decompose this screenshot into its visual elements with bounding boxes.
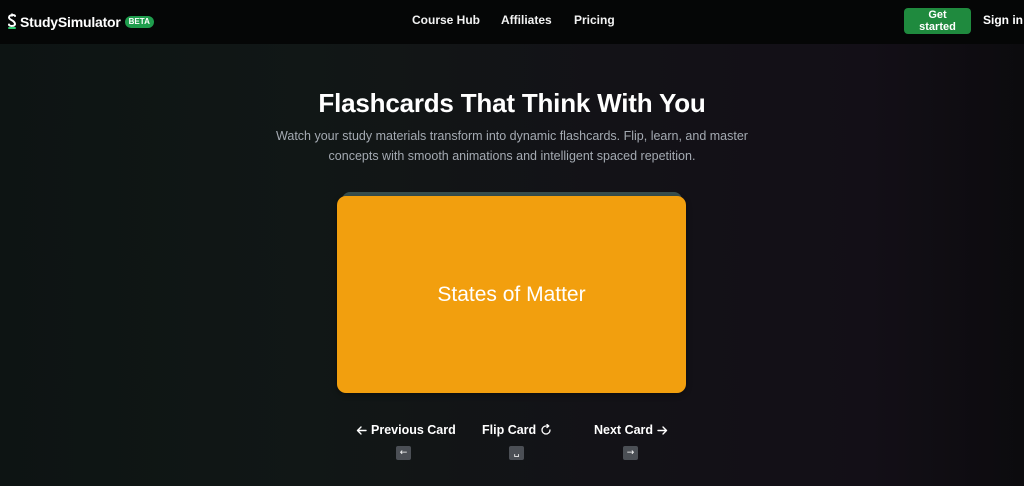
flip-card-button[interactable]: Flip Card bbox=[482, 423, 552, 437]
logo-icon bbox=[7, 13, 17, 29]
keyboard-hint-left-arrow: ← bbox=[396, 446, 411, 460]
rotate-icon bbox=[541, 424, 551, 435]
flip-card-label: Flip Card bbox=[482, 423, 537, 437]
sign-in-link[interactable]: Sign in bbox=[983, 13, 1023, 27]
brand-name: StudySimulator bbox=[20, 14, 121, 30]
arrow-left-icon bbox=[356, 425, 367, 435]
arrow-right-icon bbox=[657, 425, 668, 435]
hero-subtitle: Watch your study materials transform int… bbox=[276, 129, 748, 163]
next-card-button[interactable]: Next Card bbox=[594, 423, 668, 437]
keyboard-hint-right-arrow: → bbox=[623, 446, 638, 460]
flashcard-front-text: States of Matter bbox=[437, 282, 586, 306]
next-card-label: Next Card bbox=[594, 423, 654, 437]
beta-badge: BETA bbox=[124, 16, 154, 28]
keyboard-hint-space: ␣ bbox=[509, 446, 524, 460]
brand-logo-link[interactable]: StudySimulator BETA bbox=[7, 11, 154, 33]
get-started-button[interactable]: Get started bbox=[904, 8, 971, 34]
previous-card-label: Previous Card bbox=[371, 423, 456, 437]
nav-link-affiliates[interactable]: Affiliates bbox=[501, 13, 552, 27]
hero-title: Flashcards That Think With You bbox=[318, 88, 706, 118]
nav-link-course-hub[interactable]: Course Hub bbox=[412, 13, 480, 27]
top-navbar: StudySimulator BETA Course Hub Affiliate… bbox=[0, 0, 1024, 44]
nav-link-pricing[interactable]: Pricing bbox=[574, 13, 615, 27]
previous-card-button[interactable]: Previous Card bbox=[356, 423, 456, 437]
page: StudySimulator BETA Course Hub Affiliate… bbox=[0, 0, 1024, 486]
flashcard[interactable]: States of Matter bbox=[337, 196, 686, 393]
